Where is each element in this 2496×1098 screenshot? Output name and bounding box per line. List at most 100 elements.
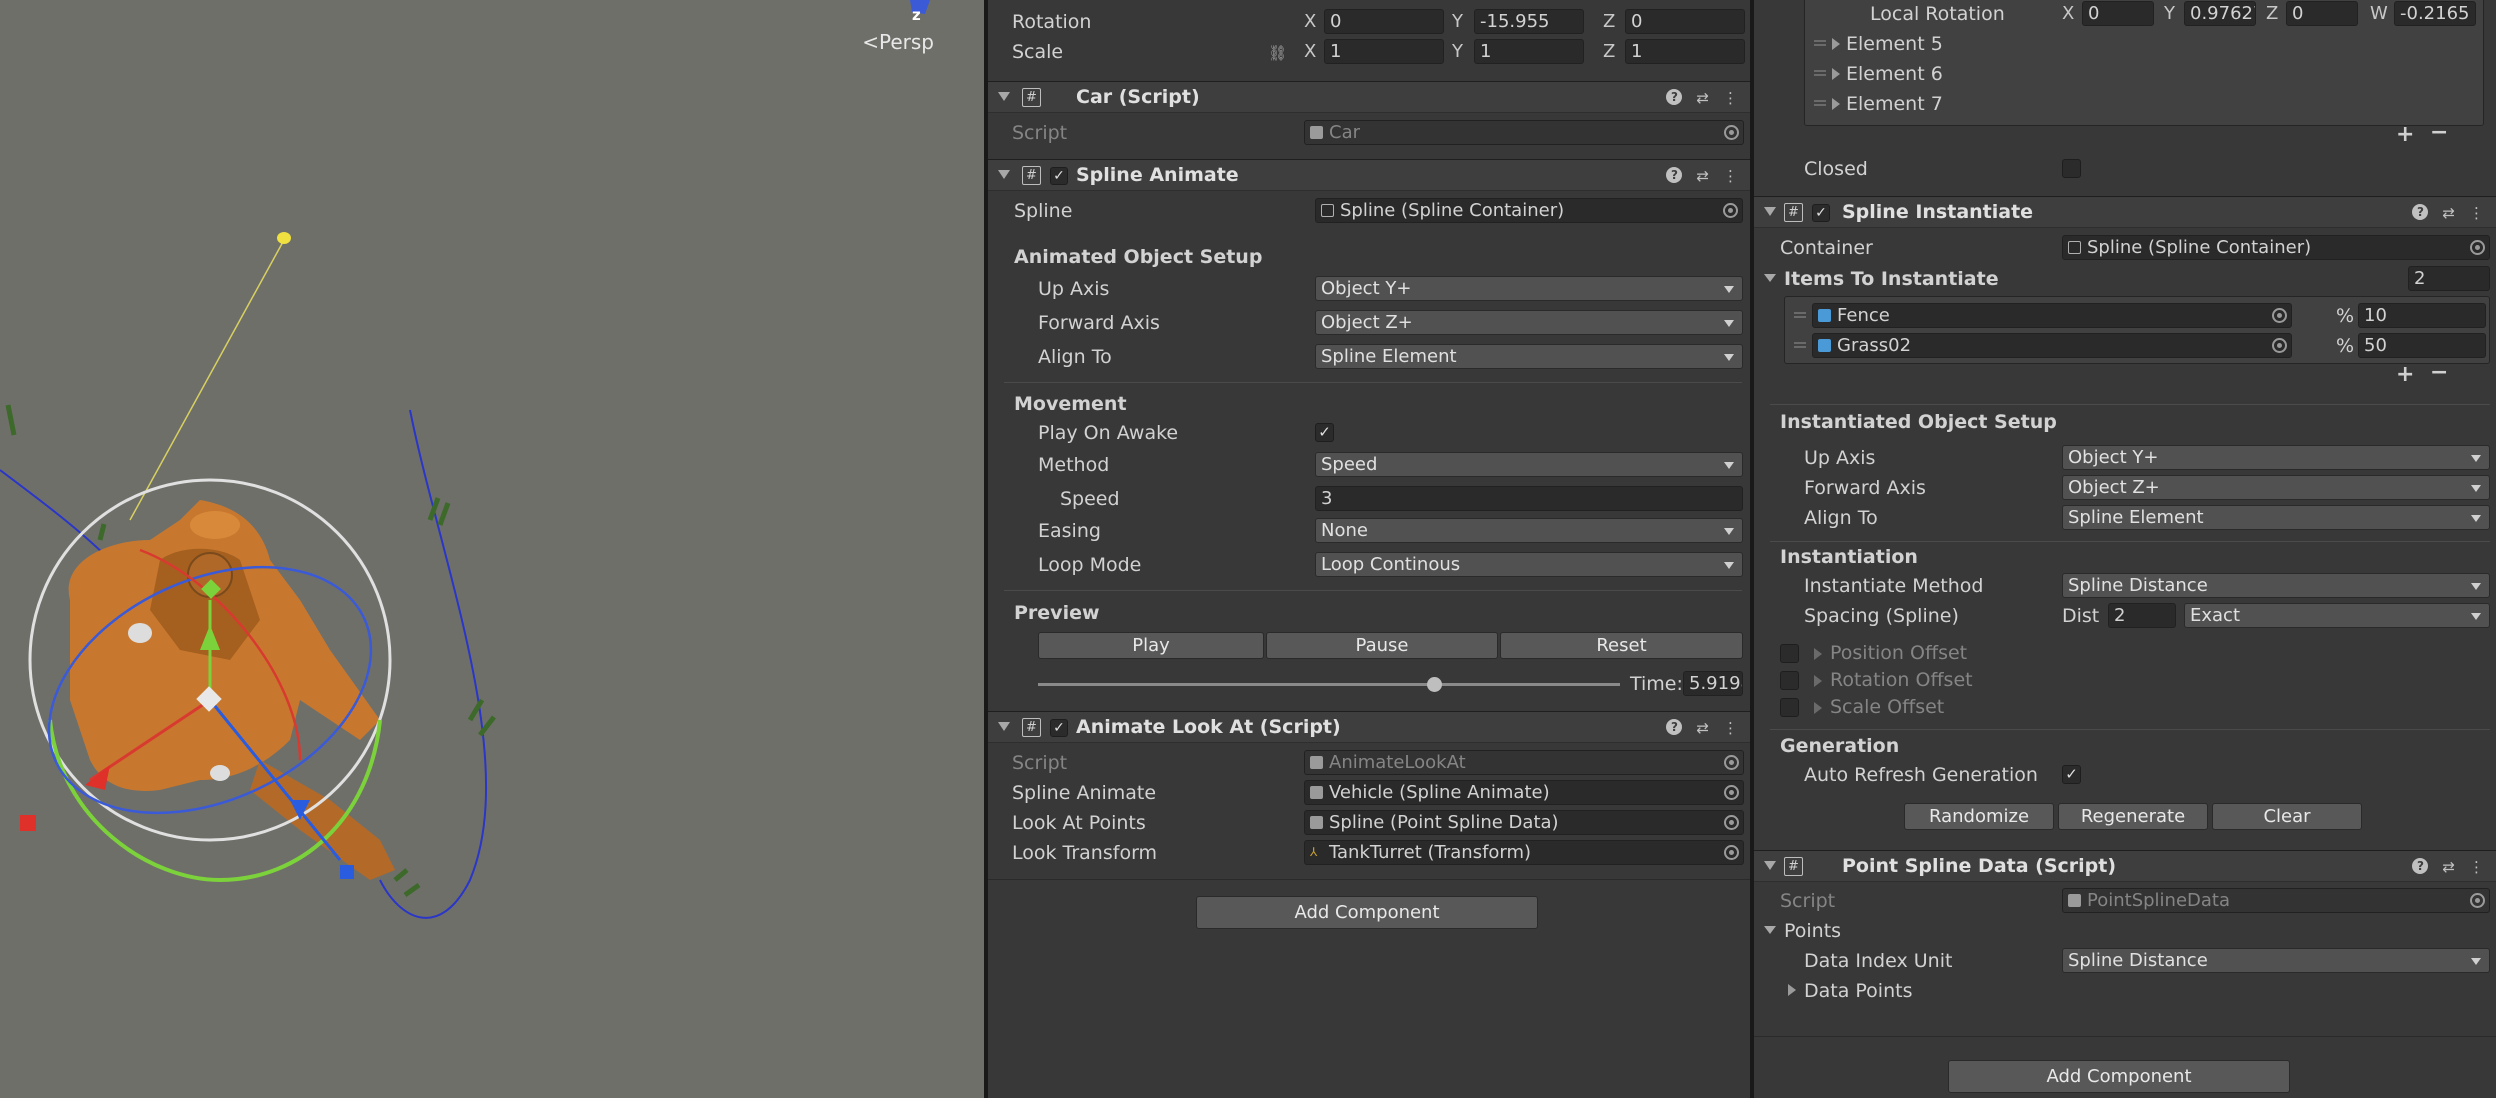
points-fold-arrow-icon[interactable] <box>1764 926 1776 934</box>
element-fold-arrow-icon[interactable] <box>1832 38 1840 50</box>
drag-handle-icon[interactable] <box>1814 40 1826 46</box>
spacing-mode-dropdown[interactable]: Exact <box>2184 603 2490 628</box>
up-axis-dropdown[interactable]: Object Y+ <box>1315 276 1743 301</box>
loop-mode-dropdown[interactable]: Loop Continous <box>1315 552 1743 577</box>
preset-icon[interactable]: ⇄ <box>2442 204 2455 222</box>
element-5-label[interactable]: Element 5 <box>1846 31 1943 57</box>
object-picker-icon[interactable] <box>2272 338 2287 353</box>
rotation-y-field[interactable]: -15.955 <box>1474 9 1584 34</box>
data-index-unit-dropdown[interactable]: Spline Distance <box>2062 948 2490 973</box>
regenerate-button[interactable]: Regenerate <box>2058 803 2208 830</box>
instantiate-method-dropdown[interactable]: Spline Distance <box>2062 573 2490 598</box>
kebab-menu-icon[interactable]: ⋮ <box>2469 204 2484 222</box>
look-at-points-field[interactable]: Spline (Point Spline Data) <box>1304 810 1744 835</box>
randomize-button[interactable]: Randomize <box>1904 803 2054 830</box>
help-icon[interactable]: ? <box>2412 204 2429 220</box>
drag-handle-icon[interactable] <box>1814 100 1826 106</box>
method-dropdown[interactable]: Speed <box>1315 452 1743 477</box>
inst-up-axis-dropdown[interactable]: Object Y+ <box>2062 445 2490 470</box>
kebab-menu-icon[interactable]: ⋮ <box>1723 719 1738 737</box>
item-grass-field[interactable]: Grass02 <box>1812 333 2292 358</box>
position-offset-label[interactable]: Position Offset <box>1830 640 1967 666</box>
position-offset-fold-icon[interactable] <box>1814 648 1822 660</box>
time-field[interactable]: 5.9198 <box>1683 671 1743 696</box>
fold-arrow-icon[interactable] <box>1764 861 1776 870</box>
container-field[interactable]: Spline (Spline Container) <box>2062 235 2490 260</box>
add-item-icon[interactable]: + <box>2396 362 2414 387</box>
time-slider-knob[interactable] <box>1426 677 1442 692</box>
local-rot-x-field[interactable]: 0 <box>2082 1 2154 26</box>
add-component-button[interactable]: Add Component <box>1196 896 1538 929</box>
align-to-dropdown[interactable]: Spline Element <box>1315 344 1743 369</box>
inst-align-to-dropdown[interactable]: Spline Element <box>2062 505 2490 530</box>
data-points-label[interactable]: Data Points <box>1804 978 1912 1004</box>
data-points-fold-arrow-icon[interactable] <box>1788 984 1796 996</box>
rotation-z-field[interactable]: 0 <box>1625 9 1745 34</box>
item-grass-percent[interactable]: 50 <box>2358 333 2486 358</box>
perspective-toggle[interactable]: <Persp <box>862 30 934 54</box>
time-slider-track[interactable] <box>1038 683 1620 686</box>
easing-dropdown[interactable]: None <box>1315 518 1743 543</box>
spline-animate-enabled-checkbox[interactable]: ✓ <box>1050 167 1068 185</box>
scene-canvas[interactable] <box>0 0 984 1098</box>
spline-instantiate-enabled-checkbox[interactable]: ✓ <box>1812 204 1830 222</box>
remove-knot-icon[interactable]: − <box>2430 120 2448 145</box>
remove-item-icon[interactable]: − <box>2430 360 2448 385</box>
rotation-offset-label[interactable]: Rotation Offset <box>1830 667 1973 693</box>
kebab-menu-icon[interactable]: ⋮ <box>1723 89 1738 107</box>
dist-field[interactable]: 2 <box>2108 603 2176 628</box>
pause-button[interactable]: Pause <box>1266 632 1498 659</box>
animate-look-at-header[interactable]: # ✓ Animate Look At (Script) ? ⇄ ⋮ <box>988 711 1750 743</box>
object-picker-icon[interactable] <box>1724 785 1739 800</box>
car-script-header[interactable]: # Car (Script) ? ⇄ ⋮ <box>988 81 1750 113</box>
clear-button[interactable]: Clear <box>2212 803 2362 830</box>
fold-arrow-icon[interactable] <box>998 92 1010 101</box>
items-count-field[interactable]: 2 <box>2408 266 2490 291</box>
play-button[interactable]: Play <box>1038 632 1264 659</box>
play-on-awake-checkbox[interactable]: ✓ <box>1315 423 1334 442</box>
scene-view[interactable]: z <Persp <box>0 0 984 1098</box>
preset-icon[interactable]: ⇄ <box>2442 858 2455 876</box>
element-fold-arrow-icon[interactable] <box>1832 98 1840 110</box>
animate-look-at-enabled-checkbox[interactable]: ✓ <box>1050 719 1068 737</box>
closed-checkbox[interactable] <box>2062 159 2081 178</box>
scale-x-field[interactable]: 1 <box>1324 39 1444 64</box>
help-icon[interactable]: ? <box>1666 719 1683 735</box>
preset-icon[interactable]: ⇄ <box>1696 719 1709 737</box>
speed-field[interactable]: 3 <box>1315 486 1743 511</box>
scale-offset-label[interactable]: Scale Offset <box>1830 694 1944 720</box>
element-7-label[interactable]: Element 7 <box>1846 91 1943 117</box>
local-rot-z-field[interactable]: 0 <box>2286 1 2358 26</box>
item-fence-field[interactable]: Fence <box>1812 303 2292 328</box>
scale-y-field[interactable]: 1 <box>1474 39 1584 64</box>
scale-offset-checkbox[interactable] <box>1780 698 1799 717</box>
spline-field[interactable]: Spline (Spline Container) <box>1315 198 1743 223</box>
add-component-button[interactable]: Add Component <box>1948 1060 2290 1093</box>
fold-arrow-icon[interactable] <box>1764 207 1776 216</box>
reset-button[interactable]: Reset <box>1500 632 1743 659</box>
help-icon[interactable]: ? <box>1666 167 1683 183</box>
fold-arrow-icon[interactable] <box>998 170 1010 179</box>
kebab-menu-icon[interactable]: ⋮ <box>1723 167 1738 185</box>
look-transform-field[interactable]: ⅄ TankTurret (Transform) <box>1304 840 1744 865</box>
object-picker-icon[interactable] <box>2272 308 2287 323</box>
kebab-menu-icon[interactable]: ⋮ <box>2469 858 2484 876</box>
local-rot-w-field[interactable]: -0.2165 <box>2394 1 2476 26</box>
rotation-offset-fold-icon[interactable] <box>1814 675 1822 687</box>
points-label[interactable]: Points <box>1784 918 1841 944</box>
rotation-x-field[interactable]: 0 <box>1324 9 1444 34</box>
rotation-offset-checkbox[interactable] <box>1780 671 1799 690</box>
spline-animate-header[interactable]: # ✓ Spline Animate ? ⇄ ⋮ <box>988 159 1750 191</box>
point-spline-data-header[interactable]: # Point Spline Data (Script) ? ⇄ ⋮ <box>1754 850 2496 882</box>
scale-z-field[interactable]: 1 <box>1625 39 1745 64</box>
auto-refresh-checkbox[interactable]: ✓ <box>2062 765 2081 784</box>
scale-offset-fold-icon[interactable] <box>1814 702 1822 714</box>
fold-arrow-icon[interactable] <box>998 722 1010 731</box>
element-fold-arrow-icon[interactable] <box>1832 68 1840 80</box>
preset-icon[interactable]: ⇄ <box>1696 167 1709 185</box>
help-icon[interactable]: ? <box>1666 89 1683 105</box>
drag-handle-icon[interactable] <box>1794 342 1806 348</box>
object-picker-icon[interactable] <box>2470 240 2485 255</box>
local-rot-y-field[interactable]: 0.97627 <box>2184 1 2256 26</box>
forward-axis-dropdown[interactable]: Object Z+ <box>1315 310 1743 335</box>
